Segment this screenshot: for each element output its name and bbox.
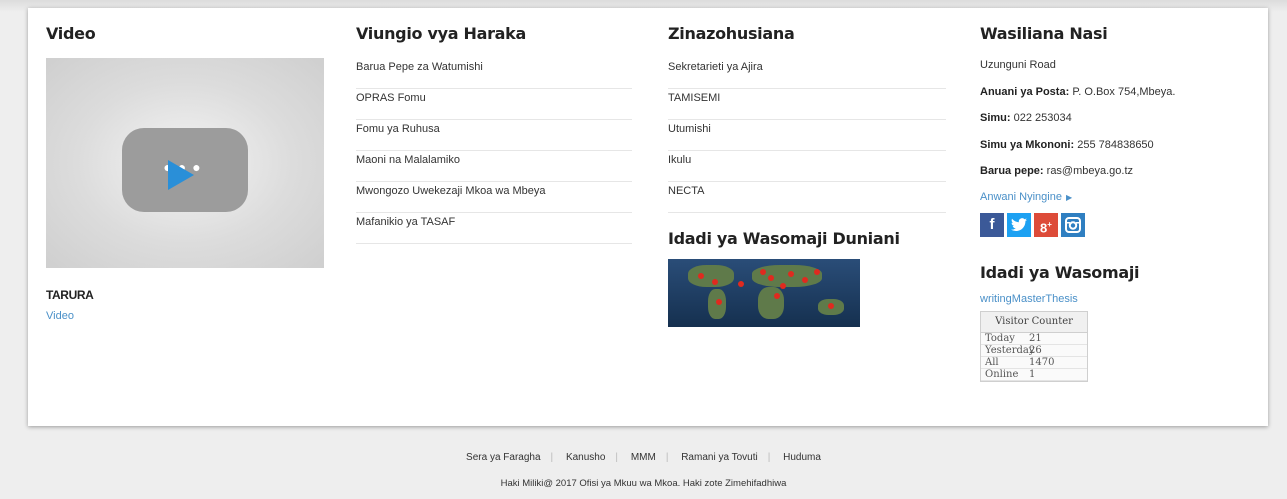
social-links: f 8+ (980, 212, 1256, 237)
facebook-icon[interactable]: f (980, 212, 1004, 237)
video-heading: Video (46, 24, 96, 43)
contact-email: Barua pepe: ras@mbeya.go.tz (980, 165, 1134, 177)
video-link[interactable]: Video (46, 310, 326, 322)
related-link-item[interactable]: TAMISEMI (668, 89, 946, 120)
footer-link-disclaimer[interactable]: Kanusho (556, 452, 615, 463)
contact-mobile: Simu ya Mkononi: 255 784838650 (980, 138, 1154, 151)
video-thumbnail[interactable]: ●●● (46, 58, 324, 268)
more-addresses-link[interactable]: Anwani Nyingine ▶ (980, 191, 1256, 213)
quick-link-item[interactable]: OPRAS Fomu (356, 89, 632, 120)
footer-panel: Video ●●● TARURA Video Viungio vya Harak… (28, 8, 1268, 426)
caret-right-icon: ▶ (1065, 192, 1073, 202)
related-column: Zinazohusiana Sekretarieti ya Ajira TAMI… (668, 24, 946, 327)
related-link-item[interactable]: NECTA (668, 182, 946, 213)
world-readers-map[interactable] (668, 259, 860, 327)
counter-row: All 1470 (981, 357, 1087, 369)
footer-link-sitemap[interactable]: Ramani ya Tovuti (671, 452, 768, 463)
counter-site-link[interactable]: writingMasterThesis (980, 293, 1256, 305)
quick-links-column: Viungio vya Haraka Barua Pepe za Watumis… (356, 24, 632, 244)
contact-heading: Wasiliana Nasi (980, 24, 1108, 43)
visitor-counter: Visitor Counter Today 21 Yesterday 26 All 1… (980, 310, 1088, 382)
quick-links-heading: Viungio vya Haraka (356, 24, 527, 43)
quick-link-item[interactable]: Mafanikio ya TASAF (356, 213, 632, 244)
contact-phone: Simu: 022 253034 (980, 112, 1072, 124)
footer-link-services[interactable]: Huduma (773, 452, 831, 463)
related-link-item[interactable]: Ikulu (668, 151, 946, 182)
google-plus-icon[interactable]: 8+ (1034, 212, 1058, 237)
counter-row: Online 1 (981, 369, 1087, 381)
instagram-icon[interactable] (1061, 212, 1085, 237)
quick-link-item[interactable]: Mwongozo Uwekezaji Mkoa wa Mbeya (356, 182, 632, 213)
video-column: Video ●●● TARURA Video (46, 24, 326, 322)
twitter-icon[interactable] (1007, 212, 1031, 237)
video-caption: TARURA (46, 288, 94, 302)
related-link-item[interactable]: Sekretarieti ya Ajira (668, 58, 946, 89)
related-heading: Zinazohusiana (668, 24, 795, 43)
related-list: Sekretarieti ya Ajira TAMISEMI Utumishi … (668, 58, 946, 213)
quick-links-list: Barua Pepe za Watumishi OPRAS Fomu Fomu … (356, 58, 632, 244)
quick-link-item[interactable]: Fomu ya Ruhusa (356, 120, 632, 151)
quick-link-item[interactable]: Maoni na Malalamiko (356, 151, 632, 182)
contact-column: Wasiliana Nasi Uzunguni Road Anuani ya P… (980, 24, 1256, 382)
world-readers-heading: Idadi ya Wasomaji Duniani (668, 229, 900, 248)
contact-postal: Anuani ya Posta: P. O.Box 754,Mbeya. (980, 85, 1176, 98)
footer-links: Sera ya Faragha | Kanusho | MMM | Ramani ya… (0, 452, 1287, 463)
footer-link-mmm[interactable]: MMM (621, 452, 666, 463)
visitor-counter-title: Visitor Counter (981, 311, 1087, 333)
footer-copyright: Haki Miliki@ 2017 Ofisi ya Mkuu wa Mkoa.… (500, 478, 787, 489)
related-link-item[interactable]: Utumishi (668, 120, 946, 151)
counter-row: Today 21 (981, 333, 1087, 345)
footer-link-privacy[interactable]: Sera ya Faragha (456, 452, 551, 463)
youtube-play-icon[interactable]: ●●● (122, 128, 248, 212)
counter-row: Yesterday 26 (981, 345, 1087, 357)
quick-link-item[interactable]: Barua Pepe za Watumishi (356, 58, 632, 89)
readers-heading: Idadi ya Wasomaji (980, 262, 1140, 282)
contact-address: Uzunguni Road (980, 59, 1056, 71)
